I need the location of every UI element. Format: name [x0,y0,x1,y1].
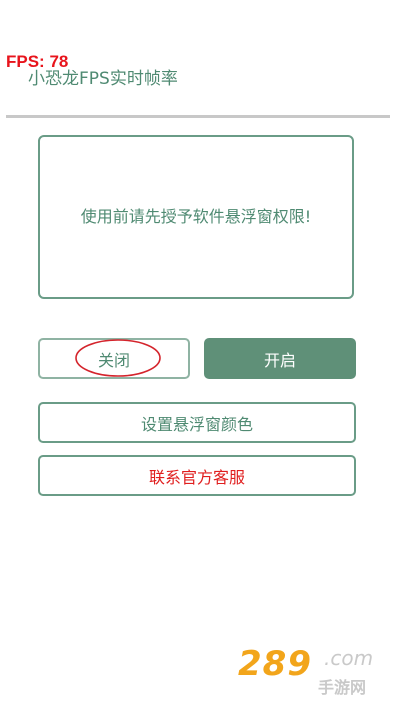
site-watermark: 289 .com 手游网 [238,640,388,712]
open-button[interactable]: 开启 [204,338,356,379]
watermark-subtitle: 手游网 [318,678,367,697]
fps-counter-overlay: FPS: 78 [6,52,69,71]
permission-message-text: 使用前请先授予软件悬浮窗权限! [80,207,312,226]
watermark-domain: .com [324,646,374,670]
permission-message-box: 使用前请先授予软件悬浮窗权限! [38,135,354,299]
close-button[interactable]: 关闭 [38,338,190,379]
title-divider [6,115,390,118]
set-float-color-button[interactable]: 设置悬浮窗颜色 [38,402,356,443]
contact-support-button[interactable]: 联系官方客服 [38,455,356,496]
watermark-digits: 289 [238,644,312,684]
